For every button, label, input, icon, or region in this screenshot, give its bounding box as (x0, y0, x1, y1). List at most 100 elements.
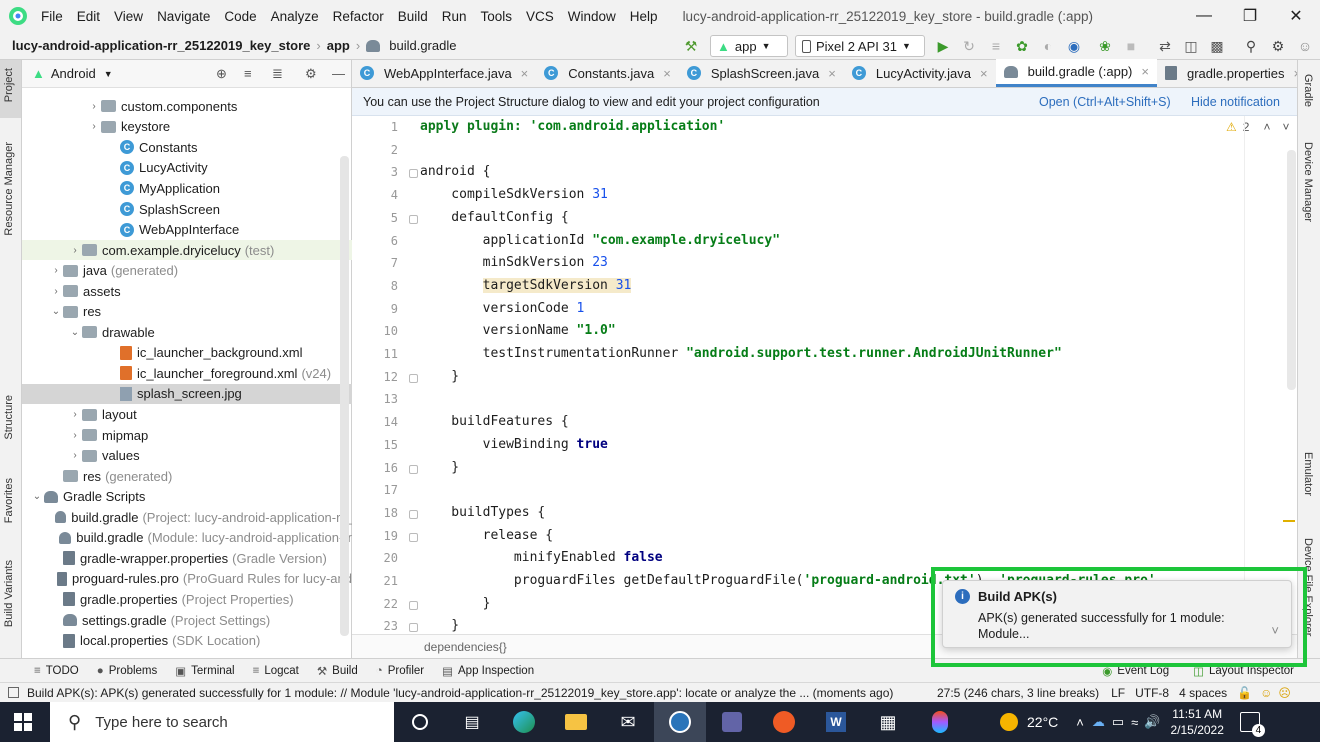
maximize-button[interactable]: ❐ (1227, 0, 1273, 32)
tree-item[interactable]: ⌄ Gradle Scripts (22, 486, 352, 507)
chevron-up-icon[interactable]: ˄ (1076, 715, 1084, 730)
chevron-up-icon[interactable]: ˄ (1263, 120, 1270, 134)
close-icon[interactable]: × (521, 66, 529, 81)
attach-debugger-icon[interactable]: ❀ (1094, 35, 1116, 57)
tree-item[interactable]: › mipmap (22, 425, 352, 446)
tree-item[interactable]: › keystore (22, 117, 352, 138)
weather-temp[interactable]: 22°C (1027, 714, 1058, 730)
tool-resource-manager[interactable]: Resource Manager (3, 142, 15, 236)
tree-item[interactable]: ic_launcher_foreground.xml (v24) (22, 363, 352, 384)
calendar-icon[interactable]: ▦ (862, 702, 914, 742)
editor-tab[interactable]: build.gradle (:app) × (995, 59, 1157, 87)
hammer-icon[interactable]: ⚒ (680, 35, 702, 57)
sdk-manager-icon[interactable]: ▩ (1206, 35, 1228, 57)
tree-item[interactable]: build.gradle (Module: lucy-android-applic… (22, 528, 352, 549)
menu-help[interactable]: Help (623, 9, 665, 24)
tree-item[interactable]: gradle-wrapper.properties (Gradle Version… (22, 548, 352, 569)
code-line[interactable]: defaultConfig { (420, 207, 568, 230)
editor-tab[interactable]: C WebAppInterface.java × (352, 59, 536, 87)
menu-edit[interactable]: Edit (70, 9, 107, 24)
close-icon[interactable]: × (980, 66, 988, 81)
apply-changes-icon[interactable]: ↻ (958, 35, 980, 57)
menu-vcs[interactable]: VCS (519, 9, 561, 24)
notification-center-icon[interactable]: 4 (1239, 712, 1265, 737)
tree-expand-icon[interactable]: › (87, 101, 101, 112)
tree-item[interactable]: ⌄ drawable (22, 322, 352, 343)
task-view-icon[interactable]: ▤ (446, 702, 498, 742)
tool-build[interactable]: ⚒ Build (317, 664, 358, 678)
tree-item[interactable]: › layout (22, 404, 352, 425)
mail-icon[interactable]: ✉ (602, 702, 654, 742)
sync-gradle-icon[interactable]: ⇄ (1154, 35, 1176, 57)
tree-item[interactable]: C LucyActivity (22, 158, 352, 179)
tree-item[interactable]: ⌄ res (22, 302, 352, 323)
code-line[interactable]: android { (420, 161, 490, 184)
indent-setting[interactable]: 4 spaces (1179, 686, 1227, 700)
menu-view[interactable]: View (107, 9, 150, 24)
cortana-icon[interactable] (394, 702, 446, 742)
code-line[interactable]: } (420, 457, 459, 480)
menu-analyze[interactable]: Analyze (264, 9, 326, 24)
apply-code-changes-icon[interactable]: ≡ (985, 35, 1007, 57)
tree-item[interactable]: › custom.components (22, 96, 352, 117)
tree-expand-icon[interactable]: › (68, 430, 82, 441)
volume-icon[interactable]: 🔊 (1144, 714, 1160, 730)
inspection-widget[interactable]: ⚠ 2 ˄ ˅ (1226, 120, 1289, 134)
menu-build[interactable]: Build (391, 9, 435, 24)
debug-icon[interactable]: ✿ (1011, 35, 1033, 57)
tool-problems[interactable]: ● Problems (97, 665, 158, 677)
frown-icon[interactable]: ☹ (1278, 686, 1291, 700)
breadcrumb-project[interactable]: lucy-android-application-rr_25122019_key… (12, 38, 310, 53)
tool-logcat[interactable]: ≡ Logcat (253, 665, 299, 677)
tree-item[interactable]: C SplashScreen (22, 199, 352, 220)
stop-icon[interactable]: ■ (1120, 35, 1142, 57)
breadcrumb-file[interactable]: build.gradle (366, 38, 456, 53)
tool-structure[interactable]: Structure (3, 395, 15, 440)
tree-expand-icon[interactable]: › (49, 265, 63, 276)
gear-icon[interactable]: ⚙ (305, 66, 317, 82)
tool-app-inspection[interactable]: ▤ App Inspection (442, 664, 534, 678)
tool-emulator[interactable]: Emulator (1302, 452, 1314, 496)
menu-navigate[interactable]: Navigate (150, 9, 217, 24)
search-icon[interactable]: ⚲ (1240, 35, 1262, 57)
tree-item[interactable]: gradle.properties (Project Properties) (22, 589, 352, 610)
tree-item[interactable]: res (generated) (22, 466, 352, 487)
word-icon[interactable]: W (810, 702, 862, 742)
tree-item[interactable]: › com.example.dryicelucy (test) (22, 239, 352, 261)
tool-gradle[interactable]: Gradle (1302, 74, 1314, 107)
tree-item[interactable]: C Constants (22, 137, 352, 158)
menu-file[interactable]: File (34, 9, 70, 24)
tree-expand-icon[interactable]: ⌄ (68, 327, 82, 338)
editor-tab[interactable]: C LucyActivity.java × (844, 59, 996, 87)
tree-item[interactable]: › values (22, 445, 352, 466)
tree-item[interactable]: splash_screen.jpg (22, 383, 352, 405)
smile-icon[interactable]: ☺ (1260, 686, 1272, 700)
code-line[interactable]: buildFeatures { (420, 411, 568, 434)
warning-marker[interactable] (1283, 520, 1295, 522)
code-line[interactable]: minSdkVersion 23 (420, 252, 608, 275)
tool-favorites[interactable]: Favorites (3, 478, 15, 523)
code-line[interactable]: minifyEnabled false (420, 547, 663, 570)
close-icon[interactable]: × (828, 66, 836, 81)
code-line[interactable]: compileSdkVersion 31 (420, 184, 608, 207)
tree-scrollbar[interactable] (340, 156, 349, 636)
file-explorer-icon[interactable] (550, 702, 602, 742)
profile-icon[interactable]: ◉ (1063, 35, 1085, 57)
breadcrumb-module[interactable]: app (327, 38, 350, 53)
lock-icon[interactable]: 🔓 (1237, 686, 1252, 700)
account-icon[interactable]: ☺ (1294, 35, 1316, 57)
crosshair-icon[interactable]: ⊕ (216, 66, 227, 82)
close-button[interactable]: ✕ (1273, 0, 1319, 32)
tree-item[interactable]: settings.gradle (Project Settings) (22, 610, 352, 631)
editor-tab[interactable]: C Constants.java × (536, 59, 679, 87)
line-separator[interactable]: LF (1111, 686, 1125, 700)
status-message[interactable]: Build APK(s): APK(s) generated successfu… (27, 686, 912, 700)
windows-start-icon[interactable] (14, 713, 32, 731)
tool-device-manager[interactable]: Device Manager (1302, 142, 1314, 222)
tree-expand-icon[interactable]: › (49, 286, 63, 297)
code-line[interactable]: release { (420, 525, 553, 548)
tool-window-toggle-icon[interactable] (8, 687, 19, 698)
editor-tab[interactable]: C SplashScreen.java × (679, 59, 844, 87)
hide-icon[interactable]: — (332, 66, 345, 81)
open-project-structure-link[interactable]: Open (Ctrl+Alt+Shift+S) (1039, 95, 1171, 109)
